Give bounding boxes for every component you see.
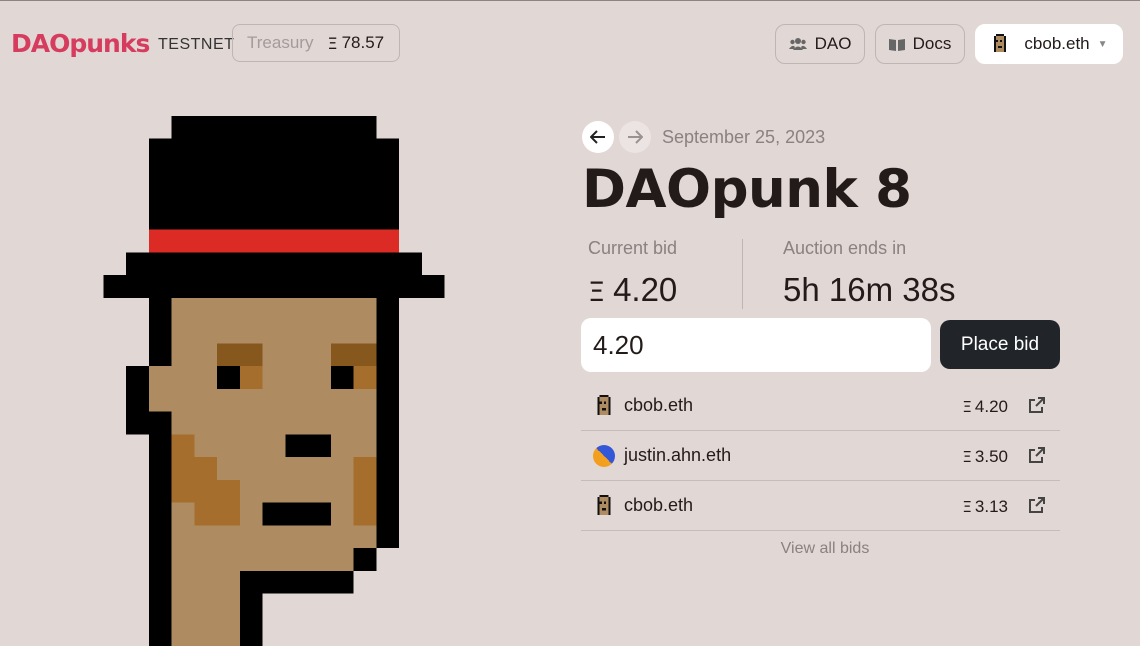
auction-date: September 25, 2023: [662, 127, 826, 147]
punk-avatar-icon: [597, 495, 611, 515]
previous-arrow-button[interactable]: [582, 121, 614, 153]
bid-amount-value: 3.13: [974, 497, 1008, 516]
bid-row: justin.ahn.eth Ξ 3.50: [581, 431, 1060, 481]
network-label: TESTNET: [158, 36, 235, 53]
arrow-right-icon: [628, 130, 643, 144]
gradient-avatar-icon: [593, 445, 615, 467]
bidder-name[interactable]: cbob.eth: [624, 395, 693, 416]
external-link-icon[interactable]: [1028, 447, 1045, 464]
current-bid-value: Ξ 4.20: [588, 271, 677, 309]
bidder-name[interactable]: cbob.eth: [624, 495, 693, 516]
bid-row: cbob.eth Ξ 3.13: [581, 481, 1060, 531]
place-bid-button[interactable]: Place bid: [940, 320, 1060, 369]
auction-countdown: 5h 16m 38s: [783, 271, 956, 308]
page-title: DAOpunk 8: [582, 159, 912, 220]
bid-amount-value: 4.20: [974, 397, 1008, 416]
arrow-left-icon: [590, 130, 605, 144]
dao-label: DAO: [814, 34, 852, 53]
chevron-down-icon: ▼: [1097, 38, 1108, 50]
current-bid-label: Current bid: [588, 238, 678, 258]
eth-icon: Ξ: [962, 448, 972, 466]
eth-icon: Ξ: [327, 33, 338, 53]
divider: [742, 239, 743, 309]
users-icon: [788, 38, 807, 50]
bid-row: cbob.eth Ξ 4.20: [581, 381, 1060, 431]
eth-icon: Ξ: [588, 277, 606, 308]
bidder-name[interactable]: justin.ahn.eth: [624, 445, 731, 466]
auction-ends-label: Auction ends in: [783, 238, 907, 258]
docs-label: Docs: [912, 34, 952, 53]
external-link-icon[interactable]: [1028, 397, 1045, 414]
book-icon: [888, 38, 905, 51]
treasury-button[interactable]: Treasury Ξ 78.57: [232, 24, 400, 62]
current-bid-amount: 4.20: [613, 271, 678, 308]
punk-image: [103, 116, 445, 646]
punk-avatar-icon: [597, 395, 611, 415]
logo[interactable]: DAOpunks: [11, 29, 150, 58]
eth-icon: Ξ: [962, 398, 972, 416]
bid-amount: Ξ 3.50: [962, 447, 1008, 467]
view-all-bids-link[interactable]: View all bids: [581, 540, 1069, 558]
treasury-label: Treasury: [247, 33, 314, 52]
bid-amount-value: 3.50: [974, 447, 1008, 466]
docs-button[interactable]: Docs: [875, 24, 965, 64]
bid-amount: Ξ 4.20: [962, 397, 1008, 417]
bid-history: cbob.eth Ξ 4.20 justin.ahn.eth Ξ 3.50 cbob…: [581, 381, 1060, 531]
bid-input[interactable]: [581, 318, 931, 372]
eth-icon: Ξ: [962, 498, 972, 516]
punk-avatar-icon: [994, 34, 1007, 52]
account-button[interactable]: cbob.eth ▼: [975, 24, 1123, 64]
dao-button[interactable]: DAO: [775, 24, 865, 64]
next-arrow-button[interactable]: [619, 121, 651, 153]
treasury-value: 78.57: [341, 33, 385, 52]
bid-amount: Ξ 3.13: [962, 497, 1008, 517]
external-link-icon[interactable]: [1028, 497, 1045, 514]
account-label: cbob.eth: [1024, 34, 1090, 53]
